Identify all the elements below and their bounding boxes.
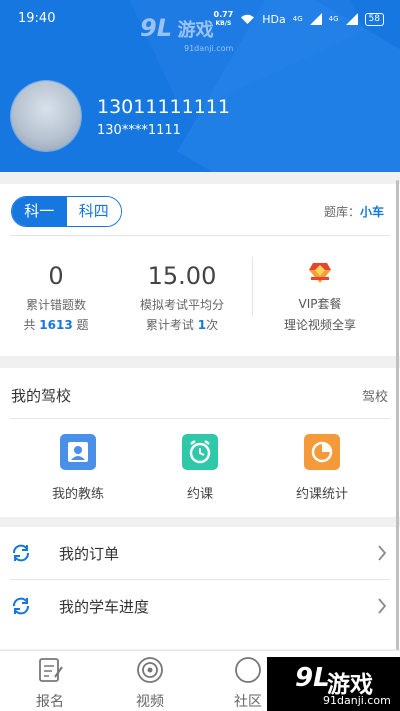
average-score-label: 模拟考试平均分 [139, 298, 224, 312]
divider [10, 418, 390, 419]
vip-package[interactable]: VIP套餐 理论视频全享 [270, 256, 370, 333]
average-score: 15.00 [147, 262, 217, 290]
pie-chart-icon [304, 434, 340, 470]
refresh-icon [13, 597, 29, 615]
hd-label: HDa [262, 12, 286, 26]
network-type-1: 4G [292, 15, 303, 23]
subject-tabs: 科一 科四 [11, 196, 122, 227]
my-coach-button[interactable]: 我的教练 [28, 434, 128, 502]
edit-form-icon [39, 658, 63, 682]
community-icon [235, 657, 261, 683]
nav-signup[interactable]: 报名 [20, 655, 80, 711]
learning-progress-row[interactable]: 我的学车进度 [0, 580, 400, 632]
watermark-logo: 9L 游戏 91danji.com [140, 14, 234, 53]
refresh-icon [13, 544, 29, 562]
status-icons: 0.77 KB/S HDa 4G 4G 58 [214, 10, 384, 28]
user-phone: 13011111111 [97, 96, 230, 118]
user-masked-phone: 130****1111 [97, 123, 181, 138]
study-stats-card: 科一 科四 题库：小车 0 累计错题数 共 1613 题 15.00 模拟考试平… [0, 184, 400, 356]
watermark-logo: 9L 游戏 91danji.com [267, 657, 400, 711]
wifi-icon [241, 14, 255, 24]
chevron-right-icon [378, 598, 387, 614]
scrollbar[interactable] [396, 180, 399, 650]
divider [252, 257, 253, 317]
alarm-clock-icon [182, 434, 218, 470]
book-lesson-button[interactable]: 约课 [150, 434, 250, 502]
section-title: 我的驾校 [11, 387, 72, 405]
signal-icon [309, 13, 322, 25]
menu-list: 我的订单 我的学车进度 [0, 527, 400, 649]
tab-subject-four[interactable]: 科四 [66, 197, 121, 226]
chevron-right-icon [378, 545, 387, 561]
battery-icon: 58 [364, 12, 384, 26]
profile-header: 19:40 0.77 KB/S HDa 4G 4G 58 9L 游戏 91dan… [0, 0, 400, 172]
wrong-questions-stat[interactable]: 0 累计错题数 共 1613 题 [6, 262, 106, 333]
network-speed: 0.77 KB/S [213, 10, 234, 27]
exam-count: 累计考试 1次 [145, 318, 219, 332]
avatar[interactable] [11, 81, 81, 151]
divider [10, 235, 390, 236]
network-type-2: 4G [328, 15, 339, 23]
signal-icon [345, 13, 358, 25]
vip-diamond-icon [309, 263, 331, 283]
video-disc-icon [137, 657, 163, 683]
driving-school-card: 我的驾校 驾校 我的教练 约课 约课统计 [0, 368, 400, 517]
my-orders-row[interactable]: 我的订单 [0, 527, 400, 579]
nav-video[interactable]: 视频 [120, 655, 180, 711]
lesson-stats-button[interactable]: 约课统计 [272, 434, 372, 502]
coach-icon [60, 434, 96, 470]
total-questions: 共 1613 题 [23, 318, 89, 332]
question-bank-selector[interactable]: 题库：小车 [324, 203, 384, 220]
tab-subject-one[interactable]: 科一 [12, 197, 67, 226]
school-link[interactable]: 驾校 [362, 386, 388, 405]
wrong-count-label: 累计错题数 [25, 298, 86, 312]
wrong-count: 0 [48, 262, 64, 290]
status-time: 19:40 [18, 11, 56, 26]
mock-exam-stat[interactable]: 15.00 模拟考试平均分 累计考试 1次 [122, 262, 242, 333]
